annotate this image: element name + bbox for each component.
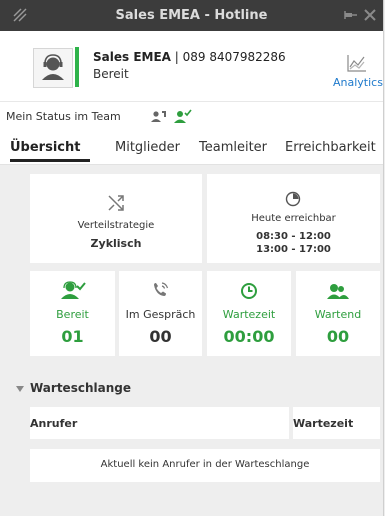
tab-bar: Übersicht Mitglieder Teamleiter Erreichb… [0,131,383,165]
member-ready-icon[interactable] [174,109,192,123]
reachable-time-1: 08:30 - 12:00 [256,231,331,242]
collapse-triangle-icon [16,386,24,392]
tab-uebersicht[interactable]: Übersicht [10,140,80,155]
pin-icon[interactable] [344,8,358,22]
metric-waiting-time-value: 00:00 [223,327,275,346]
analytics-button[interactable]: Analytics [333,51,385,91]
tab-teamleiter[interactable]: Teamleiter [199,140,267,155]
status-indicator-bar [75,47,79,87]
window-title: Sales EMEA - Hotline [115,8,268,23]
title-bar: Sales EMEA - Hotline [0,0,383,31]
queue-empty-message-row: Aktuell kein Anrufer in der Warteschlang… [30,449,380,482]
metric-ready-card: Bereit 01 [30,271,115,356]
contact-header: Sales EMEA | 089 8407982286 Bereit Analy… [0,31,383,101]
metric-waiting-time-label: Wartezeit [222,308,276,321]
hotline-window: Sales EMEA - Hotline Sales EMEA | 089 84… [0,0,384,516]
queue-column-caller[interactable]: Anrufer [30,407,289,439]
clock-icon [241,283,257,299]
contact-name-line: Sales EMEA | 089 8407982286 [93,50,286,64]
distribution-value: Zyklisch [90,237,142,250]
queue-column-waiting-time-label: Wartezeit [293,417,354,430]
metric-ready-label: Bereit [56,308,89,321]
distribution-label: Verteilstrategie [77,220,155,231]
metric-waiting-value: 00 [326,327,350,346]
metric-waiting-label: Wartend [314,308,362,321]
team-status-row: Mein Status im Team [0,101,383,131]
reachable-label: Heute erreichbar [251,213,336,224]
clock-icon [285,191,301,207]
metric-waiting-card: Wartend 00 [296,271,380,356]
person-ready-icon [61,281,86,299]
analytics-label: Analytics [333,76,383,89]
queue-empty-message: Aktuell kein Anrufer in der Warteschlang… [100,459,310,470]
contact-number: 089 8407982286 [182,50,286,64]
close-icon[interactable] [363,8,377,22]
person-headset-icon [42,54,64,80]
queue-title: Warteschlange [30,381,131,395]
group-icon [327,284,349,299]
metric-in-call-label: Im Gespräch [125,308,196,321]
analytics-chart-icon [347,55,366,72]
active-tab-indicator [10,159,90,162]
metric-waiting-time-card: Wartezeit 00:00 [207,271,291,356]
metric-in-call-value: 00 [149,327,172,346]
team-status-label: Mein Status im Team [6,110,121,123]
tab-erreichbarkeit[interactable]: Erreichbarkeit [285,140,376,155]
reachable-today-card: Heute erreichbar 08:30 - 12:00 13:00 - 1… [207,174,380,263]
contact-name: Sales EMEA [93,50,171,64]
distribution-strategy-card: Verteilstrategie Zyklisch [30,174,202,263]
contact-separator: | [170,50,183,64]
shuffle-icon [108,195,124,211]
phone-ringing-icon [154,282,169,296]
queue-column-waiting-time[interactable]: Wartezeit [293,407,380,439]
tab-mitglieder[interactable]: Mitglieder [115,140,180,155]
team-lead-icon[interactable] [151,110,167,122]
reachable-time-2: 13:00 - 17:00 [256,244,331,255]
metric-ready-value: 01 [61,327,84,346]
contact-status: Bereit [93,67,129,81]
metric-in-call-card: Im Gespräch 00 [119,271,202,356]
queue-column-caller-label: Anrufer [30,417,78,430]
avatar [33,48,73,88]
